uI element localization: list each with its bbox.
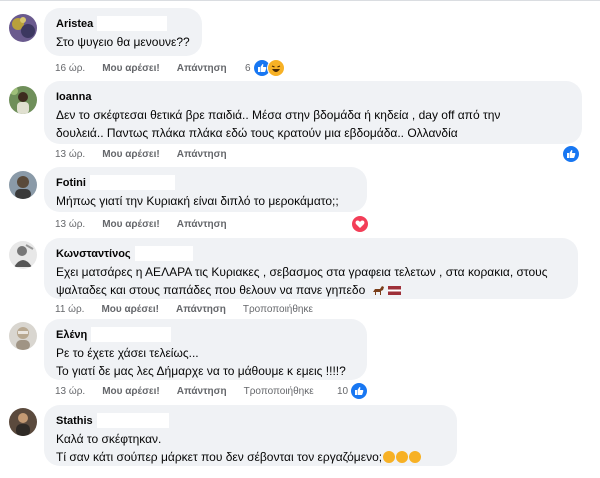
comment-actions: 11 ώρ. Μου αρέσει! Απάντηση Τροποποιήθηκ… bbox=[55, 302, 330, 316]
avatar[interactable] bbox=[9, 322, 37, 350]
haha-icon bbox=[266, 59, 285, 77]
rofl-emoji-icon bbox=[396, 451, 409, 463]
comment-time[interactable]: 13 ώρ. bbox=[55, 219, 85, 230]
comment-time[interactable]: 13 ώρ. bbox=[55, 149, 85, 160]
comment-text: Τί σαν κάτι σούπερ μάρκετ που δεν σέβοντ… bbox=[56, 450, 383, 464]
reply-button[interactable]: Απάντηση bbox=[177, 219, 227, 230]
comment-text: δουλειά.. Παντως πλάκα πλάκα εδώ τους κρ… bbox=[56, 126, 458, 140]
comment-actions: 13 ώρ. Μου αρέσει! Απάντηση Τροποποιήθηκ… bbox=[55, 384, 331, 398]
horse-emoji-icon bbox=[371, 283, 385, 301]
like-button[interactable]: Μου αρέσει! bbox=[102, 149, 160, 160]
comment-bubble: Stathis Καλά το σκέφτηκαν. Τί σαν κάτι σ… bbox=[44, 405, 457, 466]
comment-bubble: Κωνσταντίνος Εχει ματσάρες η ΑΕΛΑΡΑ τις … bbox=[44, 238, 578, 299]
avatar[interactable] bbox=[9, 14, 37, 42]
comment-text: ψαλταδες και στους παπάδες που θελουν να… bbox=[56, 283, 366, 297]
comment-text: Δεν το σκέφτεσαι θετικά βρε παιδιά.. Μέσ… bbox=[56, 108, 501, 122]
redacted-name bbox=[97, 16, 168, 31]
reaction-count: 6 bbox=[245, 62, 251, 74]
redacted-name bbox=[89, 175, 175, 190]
reaction-summary[interactable] bbox=[562, 145, 580, 163]
redacted-name bbox=[96, 413, 169, 428]
reaction-summary[interactable]: 6 bbox=[245, 59, 285, 77]
like-button[interactable]: Μου αρέσει! bbox=[102, 63, 160, 74]
edited-label: Τροποποιήθηκε bbox=[243, 385, 314, 397]
reply-button[interactable]: Απάντηση bbox=[177, 63, 227, 74]
rofl-emoji-icon bbox=[409, 451, 422, 463]
avatar[interactable] bbox=[9, 86, 37, 114]
comment-author[interactable]: Ελένη bbox=[56, 329, 87, 341]
heart-icon bbox=[351, 215, 369, 233]
reaction-summary[interactable] bbox=[351, 215, 369, 233]
comment-bubble: Ioanna Δεν το σκέφτεσαι θετικά βρε παιδι… bbox=[44, 81, 582, 144]
comment-author[interactable]: Κωνσταντίνος bbox=[56, 248, 131, 260]
redacted-name bbox=[134, 246, 193, 261]
reply-button[interactable]: Απάντηση bbox=[176, 304, 226, 315]
comment-text: Μήπως γιατί την Κυριακή είναι διπλό το μ… bbox=[56, 194, 339, 208]
redacted-name bbox=[91, 327, 172, 342]
comment-actions: 13 ώρ. Μου αρέσει! Απάντηση bbox=[55, 147, 244, 161]
comment-text: Στο ψυγειο θα μενουνε?? bbox=[56, 35, 190, 49]
comment-bubble: Ελένη Ρε το έχετε χάσει τελείως... Το γι… bbox=[44, 319, 367, 380]
comment-bubble: Aristea Στο ψυγειο θα μενουνε?? bbox=[44, 8, 202, 56]
reaction-summary[interactable]: 10 bbox=[337, 382, 369, 400]
edited-label: Τροποποιήθηκε bbox=[242, 303, 313, 315]
like-button[interactable]: Μου αρέσει! bbox=[102, 386, 160, 397]
avatar[interactable] bbox=[9, 241, 37, 269]
comment-text: Καλά το σκέφτηκαν. bbox=[56, 432, 162, 446]
like-icon bbox=[350, 382, 369, 400]
comment-bubble: Fotini Μήπως γιατί την Κυριακή είναι διπ… bbox=[44, 167, 367, 212]
rofl-emoji-icon bbox=[383, 451, 396, 463]
comment-text: Ρε το έχετε χάσει τελείως... bbox=[56, 346, 199, 360]
like-button[interactable]: Μου αρέσει! bbox=[101, 304, 159, 315]
comment-author[interactable]: Aristea bbox=[56, 18, 93, 30]
comment-author[interactable]: Stathis bbox=[56, 415, 93, 427]
comment-time[interactable]: 16 ώρ. bbox=[55, 63, 85, 74]
like-icon bbox=[562, 145, 580, 163]
latvia-flag-icon bbox=[387, 282, 401, 300]
comment-text: Το γιατί δε μας λες Δήμαρχε να το μάθουμ… bbox=[56, 364, 346, 378]
top-divider bbox=[0, 0, 600, 1]
reply-button[interactable]: Απάντηση bbox=[177, 149, 227, 160]
comment-time[interactable]: 13 ώρ. bbox=[55, 386, 85, 397]
reaction-count: 10 bbox=[337, 385, 349, 397]
comment-author[interactable]: Ioanna bbox=[56, 91, 91, 103]
avatar[interactable] bbox=[9, 171, 37, 199]
comment-actions: 13 ώρ. Μου αρέσει! Απάντηση bbox=[55, 217, 244, 231]
comment-text: Εχει ματσάρες η ΑΕΛΑΡΑ τις Κυριακες , σε… bbox=[56, 265, 548, 279]
comment-author[interactable]: Fotini bbox=[56, 177, 86, 189]
comment-time[interactable]: 11 ώρ. bbox=[55, 304, 84, 315]
avatar[interactable] bbox=[9, 408, 37, 436]
like-button[interactable]: Μου αρέσει! bbox=[102, 219, 160, 230]
reply-button[interactable]: Απάντηση bbox=[177, 386, 227, 397]
comment-actions: 16 ώρ. Μου αρέσει! Απάντηση bbox=[55, 61, 244, 75]
